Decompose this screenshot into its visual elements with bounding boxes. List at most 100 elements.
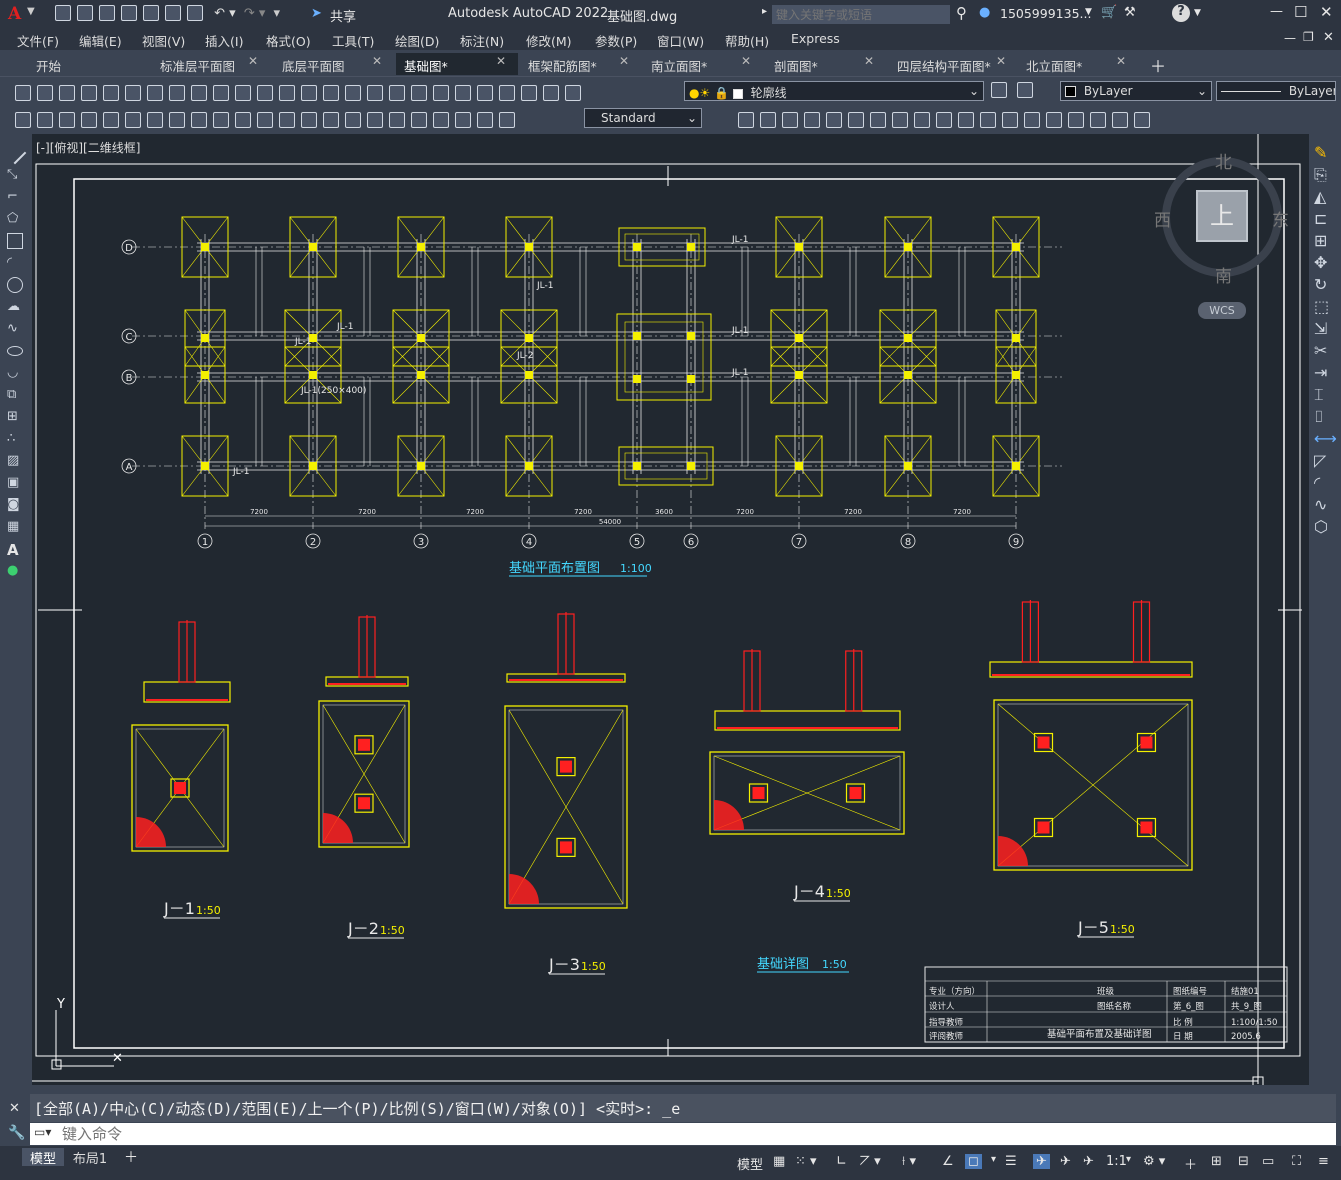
menu-edit[interactable]: 编辑(E) xyxy=(79,31,122,50)
offset-icon[interactable] xyxy=(804,111,820,128)
baseline-icon[interactable] xyxy=(279,111,295,128)
continue-icon[interactable] xyxy=(301,111,317,128)
annotation-visibility-icon[interactable]: ✈ xyxy=(1033,1154,1050,1169)
annotation-scale-value[interactable]: 1:1 xyxy=(1106,1154,1127,1169)
note-icon[interactable] xyxy=(37,111,53,128)
fillet-icon[interactable]: ◜ xyxy=(1314,473,1330,492)
aligned-dim-icon[interactable] xyxy=(103,111,119,128)
viewcube[interactable]: 北 南 西 东 上 WCS xyxy=(1154,153,1289,319)
3d-dwf-icon[interactable] xyxy=(147,84,163,101)
minimize-icon[interactable]: — xyxy=(1270,4,1283,19)
menu-insert[interactable]: 插入(I) xyxy=(205,31,243,50)
command-settings-icon[interactable]: 🔧 xyxy=(8,1125,25,1141)
autodesk-app-icon[interactable]: ⚒ xyxy=(1124,5,1136,20)
snap-icon[interactable]: ⁙ ▾ xyxy=(795,1154,817,1169)
blend-curves-icon[interactable]: ∿ xyxy=(1314,495,1330,514)
tab-close-icon[interactable]: ✕ xyxy=(864,54,874,68)
tab-ground-floor[interactable]: 底层平面图 xyxy=(274,53,353,75)
share-button[interactable]: 共享 xyxy=(330,6,356,25)
chamfer-icon[interactable] xyxy=(1024,111,1040,128)
array-icon[interactable] xyxy=(826,111,842,128)
viewcube-south[interactable]: 南 xyxy=(1215,262,1232,287)
export-icon[interactable] xyxy=(165,5,181,21)
cut-icon[interactable] xyxy=(169,84,185,101)
group-icon[interactable] xyxy=(1134,111,1150,128)
erase-icon[interactable]: ✎ xyxy=(1314,143,1330,162)
customization-icon[interactable]: ≡ xyxy=(1318,1154,1329,1169)
open-icon[interactable] xyxy=(37,84,53,101)
markup-icon[interactable] xyxy=(499,84,515,101)
stretch-icon[interactable]: ⇲ xyxy=(1314,319,1330,338)
user-name[interactable]: 1505999135... xyxy=(1000,6,1091,21)
tab-close-icon[interactable]: ✕ xyxy=(996,54,1006,68)
jogged-linear-icon[interactable] xyxy=(433,111,449,128)
tab-close-icon[interactable]: ✕ xyxy=(496,54,506,68)
rotate-icon[interactable] xyxy=(870,111,886,128)
tab-close-icon[interactable]: ✕ xyxy=(1116,54,1126,68)
linear-dim-icon[interactable] xyxy=(81,111,97,128)
tab-south-elevation[interactable]: 南立面图* xyxy=(643,53,715,75)
viewcube-top-face[interactable]: 上 xyxy=(1196,190,1248,242)
menu-window[interactable]: 窗口(W) xyxy=(657,31,704,50)
break-icon[interactable] xyxy=(345,111,361,128)
scale-dropdown-icon[interactable]: ▾ xyxy=(1126,1154,1131,1165)
object-snap-icon[interactable]: ◻ xyxy=(965,1154,982,1169)
viewcube-east[interactable]: 东 xyxy=(1272,206,1289,231)
revision-cloud-icon[interactable]: ☁ xyxy=(7,299,23,315)
new-tab-icon[interactable]: ＋ xyxy=(1150,53,1166,77)
circle-icon[interactable] xyxy=(7,277,23,293)
menu-help[interactable]: 帮助(H) xyxy=(725,31,769,50)
menu-express[interactable]: Express xyxy=(791,31,840,46)
sheet-set-icon[interactable] xyxy=(477,84,493,101)
viewcube-west[interactable]: 西 xyxy=(1154,206,1171,231)
drawing-canvas[interactable]: [-][俯视][二维线框] 1 2 3 4 5 6 7 8 9 D C B A JL-1 JL-1 JL-1(… xyxy=(32,134,1309,1085)
lineweight-icon[interactable]: ☰ xyxy=(1005,1154,1017,1169)
close-icon[interactable]: ✕ xyxy=(1320,3,1333,21)
dim-update-icon[interactable] xyxy=(499,111,515,128)
join-icon[interactable]: ⟷ xyxy=(1314,429,1337,448)
user-dropdown-icon[interactable]: ▼ xyxy=(1085,7,1092,17)
jogged-icon[interactable] xyxy=(191,111,207,128)
ordinate-icon[interactable] xyxy=(147,111,163,128)
tab-close-icon[interactable]: ✕ xyxy=(619,54,629,68)
model-space-button[interactable]: 模型 xyxy=(737,1154,763,1173)
pan-icon[interactable] xyxy=(323,84,339,101)
radius-icon[interactable] xyxy=(169,111,185,128)
copy-icon[interactable]: ⎘ xyxy=(1314,165,1330,184)
quick-dim-icon[interactable] xyxy=(257,111,273,128)
move-icon[interactable] xyxy=(848,111,864,128)
design-center-icon[interactable] xyxy=(433,84,449,101)
undo-icon[interactable] xyxy=(279,84,295,101)
region-icon[interactable]: ◙ xyxy=(7,497,23,513)
isometric-icon[interactable]: ⟊ ▾ xyxy=(902,1154,916,1169)
space-icon[interactable] xyxy=(323,111,339,128)
doc-restore-icon[interactable]: ❐ xyxy=(1303,30,1314,44)
hatch-icon[interactable]: ▨ xyxy=(7,453,23,469)
new-icon[interactable] xyxy=(15,84,31,101)
center-mark-icon[interactable] xyxy=(389,111,405,128)
explode-icon[interactable]: ⬡ xyxy=(1314,517,1330,536)
inspect-icon[interactable] xyxy=(411,111,427,128)
workspace-gear-icon[interactable]: ⚙ ▾ xyxy=(1143,1154,1165,1169)
tab-start[interactable]: 开始 xyxy=(28,53,69,75)
arc-length-icon[interactable] xyxy=(125,111,141,128)
arc-icon[interactable]: ◜ xyxy=(7,255,23,271)
auto-scale-icon[interactable]: ✈ xyxy=(1060,1154,1071,1169)
app-menu-dropdown-icon[interactable]: ▼ xyxy=(27,6,35,17)
layer-previous-icon[interactable] xyxy=(1017,82,1033,98)
point-icon[interactable]: ∴ xyxy=(7,431,23,447)
rotate-icon[interactable]: ↻ xyxy=(1314,275,1330,294)
zoom-window-icon[interactable] xyxy=(367,84,383,101)
doc-minimize-icon[interactable]: — xyxy=(1284,31,1296,45)
redo-icon[interactable] xyxy=(301,84,317,101)
join-icon[interactable] xyxy=(1002,111,1018,128)
layer-on-icon[interactable]: ●☀ xyxy=(689,86,710,100)
undo-icon[interactable]: ↶ ▾ xyxy=(214,6,236,21)
menu-draw[interactable]: 绘图(D) xyxy=(395,31,439,50)
command-close-icon[interactable]: ✕ xyxy=(9,1101,20,1116)
command-recent-icon[interactable]: ▭▾ xyxy=(34,1125,51,1139)
scale-icon[interactable]: ⬚ xyxy=(1314,297,1330,316)
multiline-text-icon[interactable]: A xyxy=(7,541,23,559)
rectangle-icon[interactable] xyxy=(7,233,23,249)
linetype-dropdown[interactable]: ByLayer xyxy=(1216,81,1336,101)
